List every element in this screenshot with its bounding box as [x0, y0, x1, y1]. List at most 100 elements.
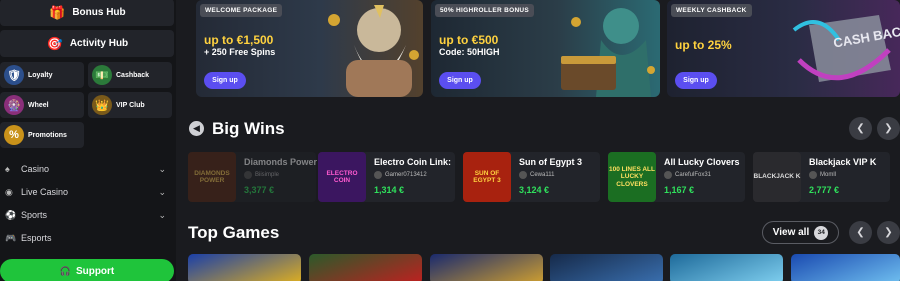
game-thumbnail: 100 LINES ALL LUCKY CLOVERS: [608, 152, 656, 202]
casino-icon: ♠: [5, 164, 10, 174]
sidebar-item-esports[interactable]: 🎮 Esports: [0, 227, 174, 249]
chevron-right-icon: ❯: [884, 227, 893, 238]
big-wins-next-button[interactable]: ❯: [877, 117, 900, 140]
chevron-left-icon: ❮: [856, 123, 865, 134]
game-name: All Lucky Clovers: [664, 157, 740, 167]
win-amount: 1,167 €: [664, 185, 695, 195]
game-name: Electro Coin Link:: [374, 157, 452, 167]
winner: Biisimple: [244, 171, 279, 179]
game-thumbnail: ELECTRO COIN: [318, 152, 366, 202]
game-count-badge: 34: [814, 225, 829, 240]
sidebar-tile-cashback[interactable]: 💵 Cashback: [88, 62, 172, 88]
winner: Gamer0713412: [374, 171, 427, 179]
promo-banner-welcome[interactable]: WELCOME PACKAGE up to €1,500 + 250 Free …: [196, 0, 423, 97]
sidebar-item-live-casino[interactable]: ◉ Live Casino ⌄: [0, 181, 174, 203]
tile-label: Promotions: [28, 131, 67, 139]
game-thumbnail: SUN OF EGYPT 3: [463, 152, 511, 202]
nav-label: Esports: [21, 233, 52, 243]
win-amount: 3,124 €: [519, 185, 550, 195]
wheel-icon: 🎡: [4, 95, 24, 115]
tile-label: Wheel: [28, 101, 49, 109]
game-tile[interactable]: [670, 254, 783, 281]
game-tile[interactable]: [430, 254, 543, 281]
big-win-card[interactable]: ELECTRO COIN Electro Coin Link: Gamer071…: [318, 152, 455, 202]
nav-label: Sports: [21, 210, 48, 220]
view-all-button[interactable]: View all 34: [762, 221, 839, 244]
big-wins-prev-button[interactable]: ❮: [849, 117, 872, 140]
user-icon: [244, 171, 252, 179]
treasure-illustration: [561, 8, 655, 97]
bonus-hub-label: Bonus Hub: [72, 7, 126, 18]
game-thumbnail: DIAMONDS POWER: [188, 152, 236, 202]
bonus-hub-button[interactable]: 🎁 Bonus Hub: [0, 0, 174, 26]
banner-tag: WELCOME PACKAGE: [200, 4, 283, 17]
game-tile[interactable]: [550, 254, 663, 281]
support-label: Support: [75, 265, 115, 277]
sidebar: 🎁 Bonus Hub 🎯 Activity Hub 🛡 Loyalty 💵 C…: [0, 0, 176, 281]
chevron-down-icon: ⌄: [158, 209, 166, 220]
big-win-card[interactable]: SUN OF EGYPT 3 Sun of Egypt 3 Cewa111 3,…: [463, 152, 600, 202]
chevron-down-icon: ⌄: [158, 186, 166, 197]
user-icon: [664, 171, 672, 179]
sports-icon: ⚽: [5, 209, 17, 220]
percent-icon: %: [4, 125, 24, 145]
game-tile[interactable]: [791, 254, 900, 281]
shield-icon: 🛡: [4, 65, 24, 85]
game-name: Diamonds Power: [244, 157, 318, 167]
banner-headline: up to 25%: [675, 38, 732, 52]
sign-up-button[interactable]: Sign up: [204, 72, 246, 89]
nav-label: Live Casino: [21, 187, 69, 197]
support-button[interactable]: 🎧 Support: [0, 259, 174, 281]
chevron-right-icon: ❯: [884, 123, 893, 134]
game-name: Blackjack VIP K: [809, 157, 877, 167]
banner-headline: up to €1,500: [204, 33, 274, 47]
promo-banner-cashback[interactable]: CASH BACK WEEKLY CASHBACK up to 25% Sign…: [667, 0, 900, 97]
sign-up-button[interactable]: Sign up: [675, 72, 717, 89]
tile-label: VIP Club: [116, 101, 145, 109]
sidebar-tile-loyalty[interactable]: 🛡 Loyalty: [0, 62, 84, 88]
activity-hub-button[interactable]: 🎯 Activity Hub: [0, 30, 174, 57]
sidebar-tile-vip-club[interactable]: 👑 VIP Club: [88, 92, 172, 118]
big-wins-icon: ◀: [189, 121, 204, 136]
big-win-card[interactable]: DIAMONDS POWER Diamonds Power Biisimple …: [188, 152, 318, 202]
game-tile[interactable]: [188, 254, 301, 281]
user-icon: [809, 171, 817, 179]
game-tile[interactable]: [309, 254, 422, 281]
win-amount: 3,377 €: [244, 185, 275, 195]
game-thumbnail: BLACKJACK K: [753, 152, 801, 202]
win-amount: 1,314 €: [374, 185, 405, 195]
promo-banner-highroller[interactable]: 50% HIGHROLLER BONUS up to €500 Code: 50…: [431, 0, 660, 97]
gamepad-icon: 🎮: [5, 232, 17, 243]
winner: CarefulFox31: [664, 171, 711, 179]
sidebar-item-sports[interactable]: ⚽ Sports ⌄: [0, 204, 174, 226]
winner-name: Biisimple: [255, 172, 280, 178]
big-wins-title: Big Wins: [212, 119, 285, 138]
big-win-card[interactable]: 100 LINES ALL LUCKY CLOVERS All Lucky Cl…: [608, 152, 745, 202]
sidebar-tile-wheel[interactable]: 🎡 Wheel: [0, 92, 84, 118]
crown-icon: 👑: [92, 95, 112, 115]
headset-icon: 🎧: [59, 265, 71, 276]
sidebar-tile-promotions[interactable]: % Promotions: [0, 122, 84, 148]
banner-tag: WEEKLY CASHBACK: [671, 4, 752, 17]
game-name: Sun of Egypt 3: [519, 157, 582, 167]
casino-page: 🎁 Bonus Hub 🎯 Activity Hub 🛡 Loyalty 💵 C…: [0, 0, 900, 281]
gift-icon: 🎁: [49, 4, 66, 20]
winner: Cewa111: [519, 171, 554, 179]
banner-subline: + 250 Free Spins: [204, 47, 276, 57]
win-amount: 2,777 €: [809, 185, 840, 195]
cash-icon: 💵: [92, 65, 112, 85]
sign-up-button[interactable]: Sign up: [439, 72, 481, 89]
big-win-card[interactable]: BLACKJACK K Blackjack VIP K Momll 2,777 …: [753, 152, 890, 202]
winner-name: Momll: [820, 172, 836, 178]
target-icon: 🎯: [46, 35, 63, 51]
top-games-next-button[interactable]: ❯: [877, 221, 900, 244]
tile-label: Cashback: [116, 71, 150, 79]
sidebar-item-casino[interactable]: ♠ Casino ⌄: [0, 158, 174, 180]
winner: Momll: [809, 171, 836, 179]
live-icon: ◉: [5, 186, 13, 197]
view-all-label: View all: [772, 227, 810, 238]
top-games-prev-button[interactable]: ❮: [849, 221, 872, 244]
tile-label: Loyalty: [28, 71, 53, 79]
banner-headline: up to €500: [439, 33, 499, 47]
chevron-left-icon: ❮: [856, 227, 865, 238]
